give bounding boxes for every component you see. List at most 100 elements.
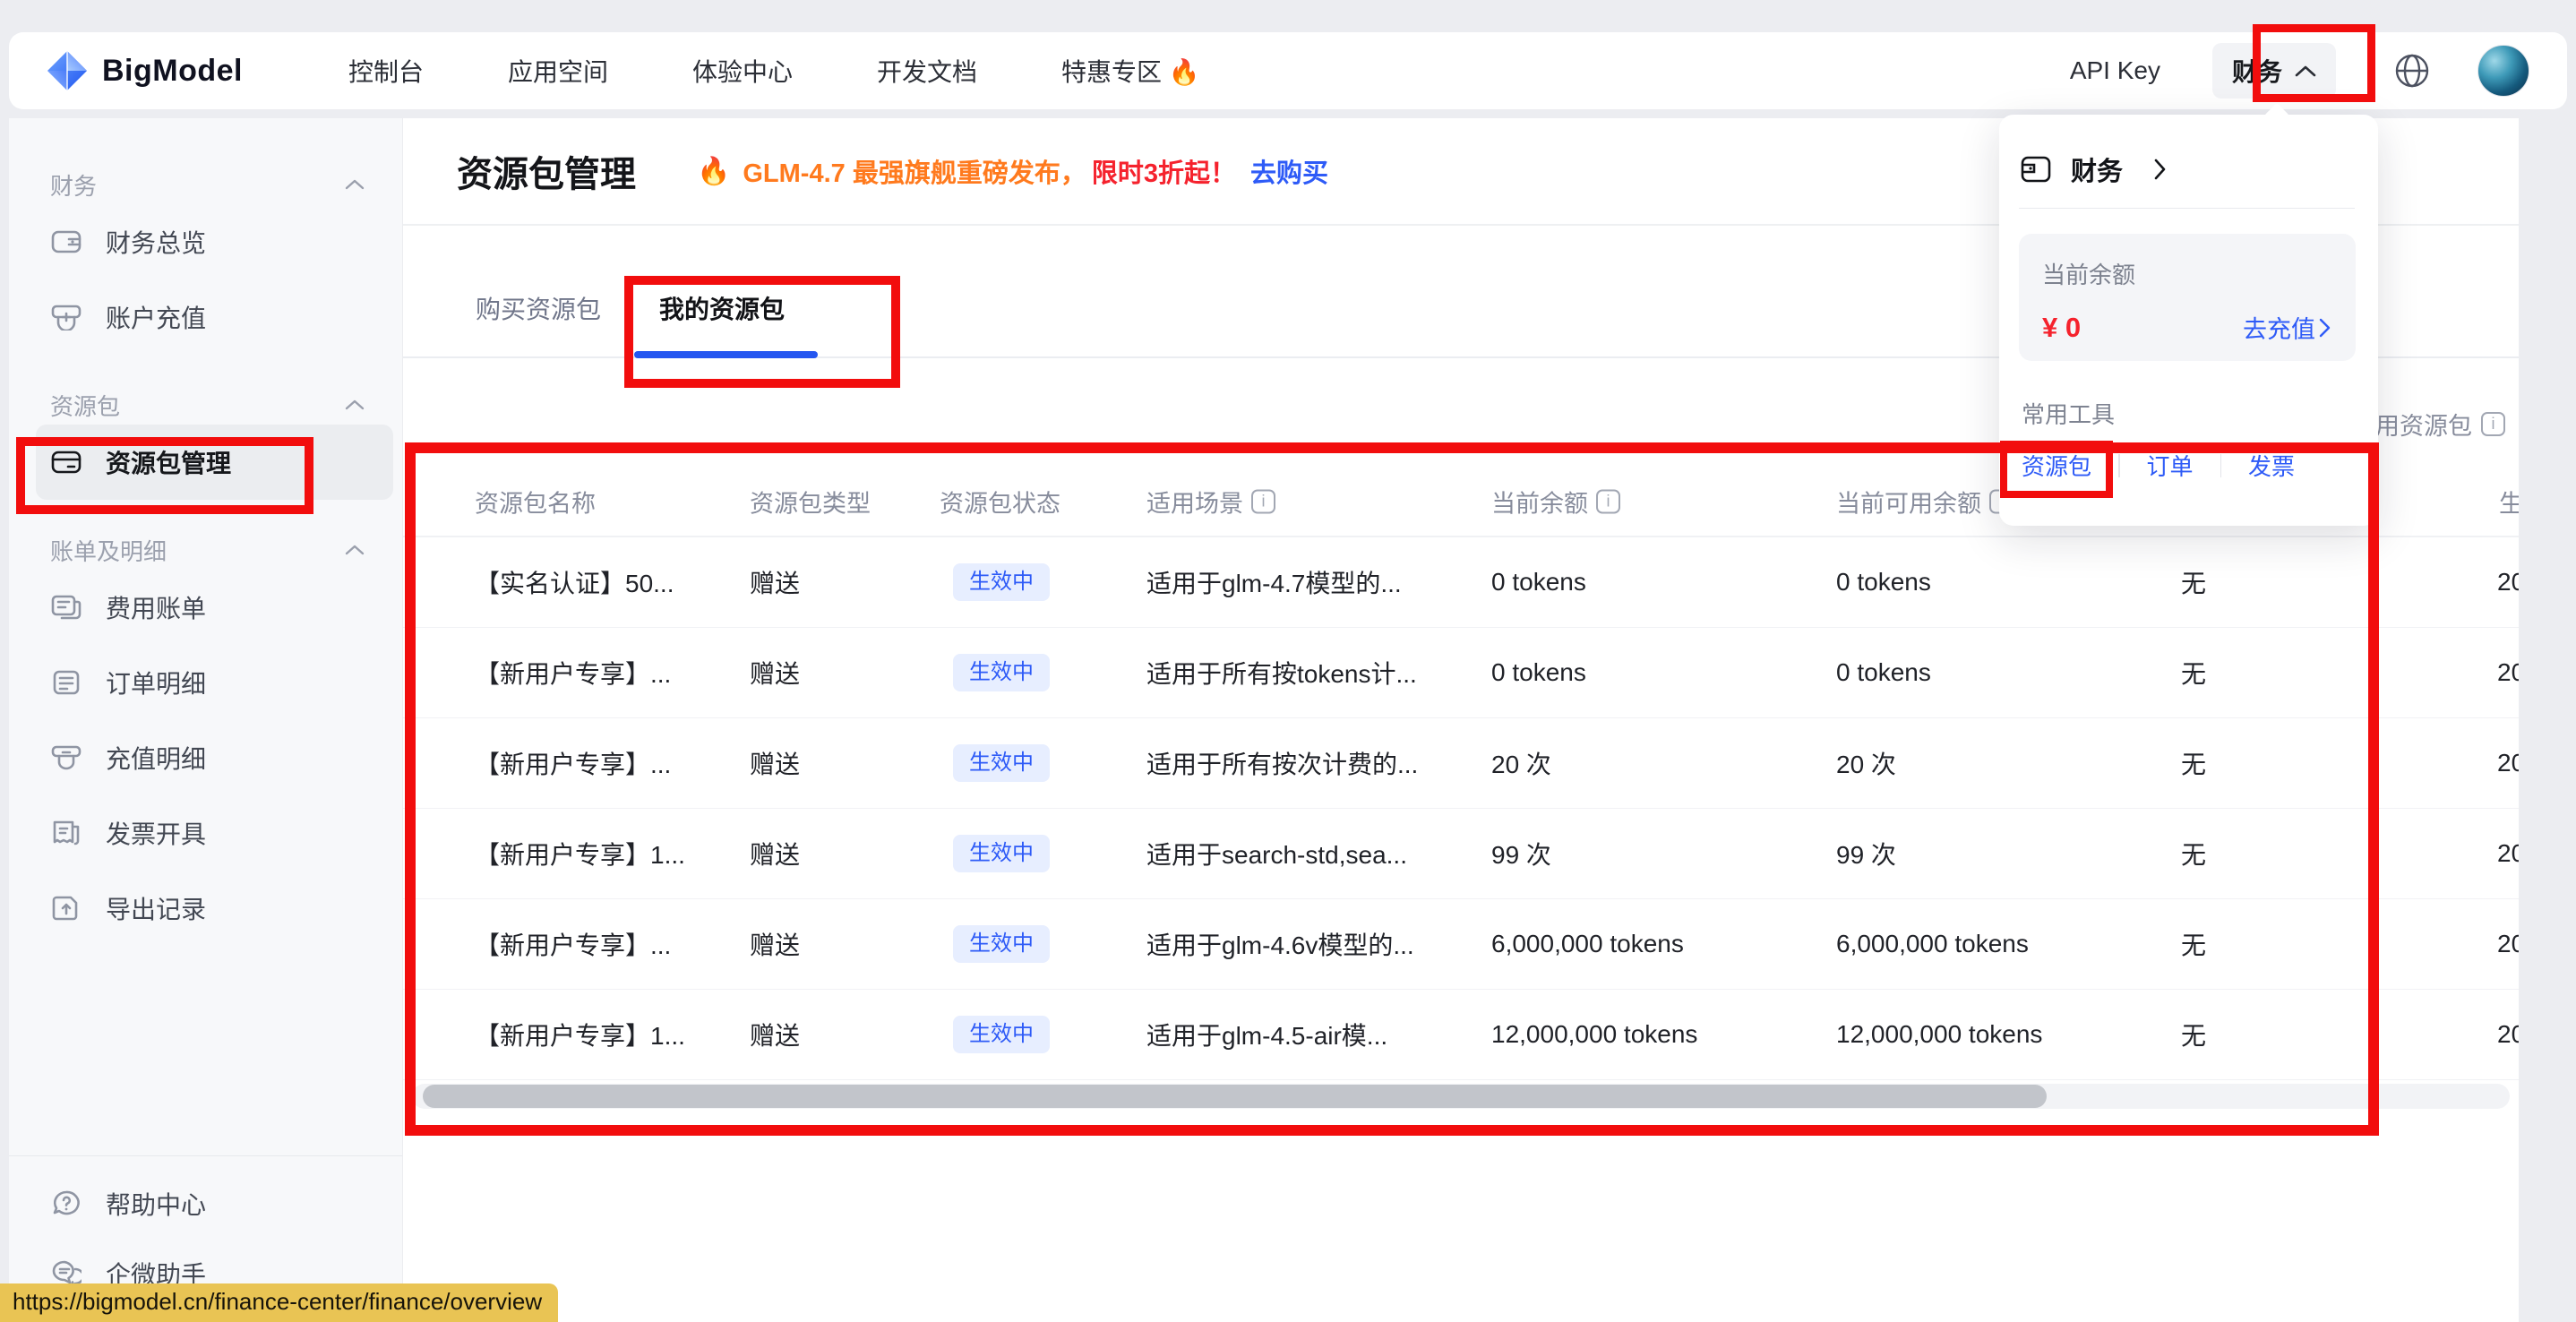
order-icon [50, 669, 82, 696]
tab-my-packages[interactable]: 我的资源包 [659, 290, 785, 326]
cell-available-balance: 20 次 [1836, 745, 1896, 781]
sidebar-item-label: 充值明细 [106, 740, 206, 776]
api-key-link[interactable]: API Key [2070, 56, 2160, 85]
brand-logo[interactable]: BigModel [47, 50, 243, 91]
dropdown-divider [2019, 208, 2355, 209]
sidebar-section-2[interactable]: 账单及明细 [9, 530, 402, 570]
column-header-当前余额: 当前余额i [1491, 485, 1620, 519]
cell-scene: 适用于所有按tokens计... [1146, 655, 1417, 691]
sidebar-item-导出记录[interactable]: 导出记录 [9, 871, 402, 946]
finance-nav-button[interactable]: 财务 [2212, 43, 2336, 99]
chevron-up-icon [345, 544, 365, 556]
cell-available-balance: 6,000,000 tokens [1836, 930, 2029, 958]
cell-balance: 99 次 [1491, 836, 1551, 871]
cell-balance: 6,000,000 tokens [1491, 930, 1684, 958]
promo-buy-link[interactable]: 去购买 [1250, 152, 1328, 190]
sidebar-section-1[interactable]: 资源包 [9, 385, 402, 425]
promo-highlight: GLM-4.7 最强旗舰重磅发布， [743, 152, 1086, 190]
nav-item-0[interactable]: 控制台 [348, 53, 424, 89]
table-row[interactable]: 【新用户专享】...赠送生效中适用于所有按次计费的...20 次20 次无20 [403, 718, 2519, 809]
cell-package-name: 【新用户专享】1... [475, 1017, 685, 1052]
language-globe-icon[interactable] [2393, 52, 2431, 90]
info-icon: i [2481, 412, 2505, 436]
export-icon [50, 895, 82, 922]
table-row[interactable]: 【新用户专享】1...赠送生效中适用于search-std,sea...99 次… [403, 809, 2519, 899]
status-badge: 生效中 [953, 654, 1050, 691]
cell-package-type: 赠送 [750, 926, 800, 962]
dropdown-finance-entry[interactable]: 财务 [2021, 150, 2167, 188]
cell-available-balance: 12,000,000 tokens [1836, 1020, 2042, 1049]
cell-scene: 适用于search-std,sea... [1146, 836, 1407, 871]
tab-buy-packages[interactable]: 购买资源包 [476, 290, 601, 326]
info-icon[interactable]: i [1596, 490, 1620, 514]
nav-item-3[interactable]: 开发文档 [877, 53, 977, 89]
recharge-link[interactable]: 去充值 [2243, 310, 2331, 345]
recharge-icon [50, 304, 82, 330]
cell-start-date-clipped: 20 [2497, 839, 2519, 868]
user-avatar[interactable] [2477, 45, 2529, 97]
cell-scene: 适用于glm-4.5-air模... [1146, 1017, 1387, 1052]
cell-package-name: 【新用户专享】... [475, 655, 671, 691]
nav-item-2[interactable]: 体验中心 [692, 53, 793, 89]
cell-start-date-clipped: 20 [2497, 1020, 2519, 1049]
cell-available-balance: 0 tokens [1836, 568, 1931, 597]
horizontal-scrollbar-thumb[interactable] [423, 1085, 2047, 1108]
nav-item-1[interactable]: 应用空间 [508, 53, 608, 89]
table-row[interactable]: 【新用户专享】...赠送生效中适用于glm-4.6v模型的...6,000,00… [403, 899, 2519, 990]
sidebar-item-label: 订单明细 [106, 665, 206, 700]
package-icon [50, 449, 82, 476]
filter-label-fragment: 用资源包 i [2375, 407, 2505, 442]
sidebar-item-充值明细[interactable]: 充值明细 [9, 720, 402, 795]
cell-status: 生效中 [953, 563, 1050, 601]
recharge-detail-icon [50, 744, 82, 771]
cell-package-name: 【新用户专享】1... [475, 836, 685, 871]
wallet-icon [50, 228, 82, 255]
status-badge: 生效中 [953, 835, 1050, 872]
balance-label: 当前余额 [2042, 257, 2331, 290]
tool-link-资源包[interactable]: 资源包 [2022, 449, 2091, 482]
cell-available-balance: 0 tokens [1836, 658, 1931, 687]
column-header-资源包状态: 资源包状态 [940, 485, 1060, 519]
sidebar-item-费用账单[interactable]: 费用账单 [9, 570, 402, 645]
chevron-right-icon [2319, 318, 2331, 338]
sidebar-item-发票开具[interactable]: 发票开具 [9, 795, 402, 871]
promo-banner: 🔥 GLM-4.7 最强旗舰重磅发布， 限时3折起！ 去购买 [697, 152, 1328, 190]
sidebar-item-资源包管理[interactable]: 资源包管理 [36, 425, 393, 500]
sidebar-footer-帮助中心[interactable]: 帮助中心 [9, 1169, 402, 1239]
balance-card: 当前余额 ¥ 0 去充值 [2019, 234, 2356, 361]
bill-icon [50, 594, 82, 621]
sidebar-section-title: 财务 [50, 168, 97, 202]
info-icon[interactable]: i [1251, 490, 1275, 514]
cell-balance: 0 tokens [1491, 658, 1586, 687]
invoice-icon [50, 820, 82, 846]
cell-available-balance: 99 次 [1836, 836, 1896, 871]
nav-item-4[interactable]: 特惠专区 🔥 [1061, 53, 1200, 89]
page-background-strip [2519, 118, 2576, 1322]
sidebar-item-财务总览[interactable]: 财务总览 [9, 204, 402, 279]
horizontal-scrollbar-track[interactable] [412, 1084, 2510, 1109]
sidebar-item-label: 导出记录 [106, 890, 206, 926]
table-row[interactable]: 【新用户专享】1... 赠送 生效中 适用于glm-4.5-air模... 12,000… [403, 990, 2519, 1080]
sidebar-section-title: 资源包 [50, 389, 120, 422]
table-row[interactable]: 【实名认证】50...赠送生效中适用于glm-4.7模型的...0 tokens… [403, 537, 2519, 628]
bigmodel-logo-icon [47, 50, 88, 91]
tool-link-发票[interactable]: 发票 [2248, 449, 2295, 482]
cell-package-type: 赠送 [750, 1017, 800, 1052]
tool-link-订单[interactable]: 订单 [2147, 449, 2194, 482]
common-tools-label: 常用工具 [2022, 397, 2115, 430]
cell-scene: 适用于glm-4.6v模型的... [1146, 926, 1414, 962]
sidebar-item-账户充值[interactable]: 账户充值 [9, 279, 402, 355]
sidebar-item-label: 账户充值 [106, 299, 206, 335]
table-row[interactable]: 【新用户专享】...赠送生效中适用于所有按tokens计...0 tokens0… [403, 628, 2519, 718]
sidebar-item-订单明细[interactable]: 订单明细 [9, 645, 402, 720]
cell-package-type: 赠送 [750, 745, 800, 781]
cell-status: 生效中 [953, 1016, 1050, 1053]
finance-nav-label: 财务 [2232, 53, 2282, 89]
top-navbar: BigModel 控制台 应用空间 体验中心 开发文档 特惠专区 🔥 API Key 财… [9, 32, 2567, 109]
finance-dropdown-panel: 财务 当前余额 ¥ 0 去充值 常用工具 资源包 订单 发票 [1999, 115, 2378, 526]
cell-scene: 适用于glm-4.7模型的... [1146, 564, 1402, 600]
sidebar-section-0[interactable]: 财务 [9, 165, 402, 204]
sidebar-item-label: 发票开具 [106, 815, 206, 851]
divider [2220, 454, 2222, 477]
cell-deductible: 无 [2181, 1017, 2206, 1052]
